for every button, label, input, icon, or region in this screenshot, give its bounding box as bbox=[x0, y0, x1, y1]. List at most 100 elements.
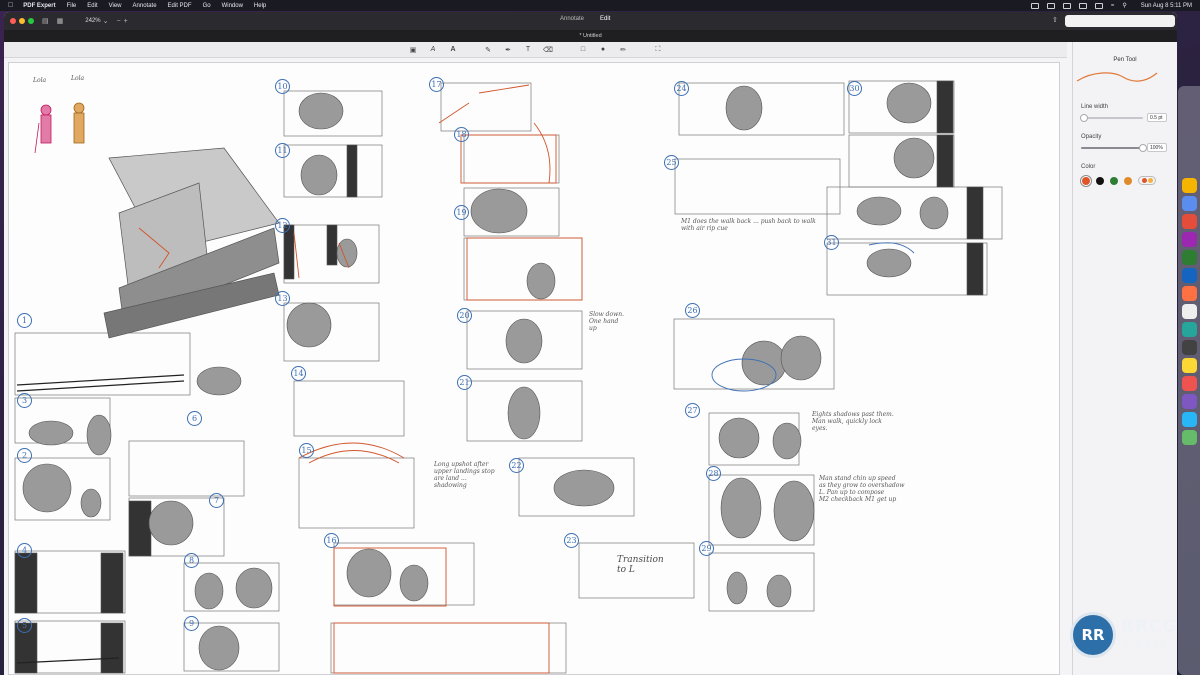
status-icon-4[interactable] bbox=[1079, 2, 1088, 9]
opacity-slider[interactable] bbox=[1081, 143, 1147, 152]
dock-app-icon[interactable] bbox=[1182, 322, 1197, 337]
dock-app-icon[interactable] bbox=[1182, 430, 1197, 445]
menu-go[interactable]: Go bbox=[203, 3, 211, 9]
minimize-window-button[interactable] bbox=[19, 18, 25, 24]
pen-icon[interactable]: ✎ bbox=[483, 44, 494, 55]
status-icon-3[interactable] bbox=[1063, 2, 1072, 9]
menu-annotate[interactable]: Annotate bbox=[133, 3, 157, 9]
menu-edit[interactable]: Edit bbox=[87, 3, 97, 9]
handwritten-note: M1 does the walk back ... push back to w… bbox=[681, 218, 816, 232]
status-icon-1[interactable] bbox=[1031, 2, 1040, 9]
handwritten-note: Man stand chin up speed as they grow to … bbox=[819, 475, 905, 503]
line-width-value[interactable]: 0.5 pt bbox=[1147, 113, 1167, 122]
panel-number: 8 bbox=[184, 553, 199, 568]
stamp-user-icon[interactable]: ● bbox=[598, 44, 609, 55]
menu-clock[interactable]: Sun Aug 8 5:11 PM bbox=[1141, 3, 1192, 9]
panel-number: 15 bbox=[299, 443, 314, 458]
marker-icon[interactable]: ✏ bbox=[618, 44, 629, 55]
watermark-logo: RR RRCG 人人素材 bbox=[1070, 612, 1178, 658]
dock-app-icon[interactable] bbox=[1182, 376, 1197, 391]
color-swatches bbox=[1082, 176, 1177, 185]
line-width-label: Line width bbox=[1081, 104, 1109, 110]
stamp-icon[interactable]: ▣ bbox=[408, 44, 419, 55]
dock-app-icon[interactable] bbox=[1182, 286, 1197, 301]
share-icon[interactable]: ⇧ bbox=[1052, 16, 1058, 24]
panel-number: 20 bbox=[457, 308, 472, 323]
dock-app-icon[interactable] bbox=[1182, 268, 1197, 283]
document-canvas[interactable]: 1 2 3 4 5 6 7 8 9 10 11 12 13 14 15 16 1… bbox=[8, 62, 1060, 675]
dock-app-icon[interactable] bbox=[1182, 250, 1197, 265]
dock-app-icon[interactable] bbox=[1182, 196, 1197, 211]
window-titlebar: ▤ ▦ 242% ⌄ − + Annotate Edit ⇧ bbox=[4, 12, 1177, 30]
dock-app-icon[interactable] bbox=[1182, 340, 1197, 355]
pdf-expert-window: ▤ ▦ 242% ⌄ − + Annotate Edit ⇧ * Untitle… bbox=[4, 12, 1177, 675]
panel-number: 14 bbox=[291, 366, 306, 381]
watermark-badge: RR bbox=[1070, 612, 1116, 658]
handwritten-note: Long upshot after upper landings stop ar… bbox=[434, 461, 495, 489]
panel-number: 17 bbox=[429, 77, 444, 92]
text-icon[interactable]: A bbox=[428, 44, 439, 55]
pen-tool-inspector: Pen Tool Line width 0.5 pt Opacity 100% … bbox=[1072, 42, 1177, 675]
storyboard-sketches bbox=[14, 80, 1003, 674]
close-window-button[interactable] bbox=[10, 18, 16, 24]
zoom-level[interactable]: 242% bbox=[85, 18, 100, 24]
menu-view[interactable]: View bbox=[109, 3, 122, 9]
highlighter-icon[interactable]: ✒ bbox=[503, 44, 514, 55]
opacity-label: Opacity bbox=[1081, 134, 1102, 140]
color-swatch[interactable] bbox=[1124, 176, 1132, 185]
comment-icon[interactable]: □ bbox=[578, 44, 589, 55]
opacity-value[interactable]: 100% bbox=[1147, 143, 1167, 152]
mode-switcher: Annotate Edit bbox=[560, 16, 610, 22]
panel-number: 11 bbox=[275, 143, 290, 158]
panel-number: 29 bbox=[699, 541, 714, 556]
menu-help[interactable]: Help bbox=[254, 3, 266, 9]
line-width-slider[interactable] bbox=[1080, 113, 1143, 122]
apple-logo-icon[interactable]:  bbox=[8, 2, 13, 9]
spotlight-icon[interactable]: ⚲ bbox=[1122, 2, 1126, 9]
panel-number: 5 bbox=[17, 618, 32, 633]
zoom-window-button[interactable] bbox=[28, 18, 34, 24]
panel-number: 12 bbox=[275, 218, 290, 233]
text-box-icon[interactable]: T bbox=[523, 44, 534, 55]
dock-app-icon[interactable] bbox=[1182, 232, 1197, 247]
panel-number: 16 bbox=[324, 533, 339, 548]
sidebar-toggle-icon[interactable]: ▤ bbox=[42, 17, 49, 25]
menu-edit-pdf[interactable]: Edit PDF bbox=[168, 3, 192, 9]
dock bbox=[1178, 86, 1200, 675]
grid-view-icon[interactable]: ▦ bbox=[57, 17, 64, 25]
wifi-icon[interactable]: ≈ bbox=[1111, 3, 1114, 9]
menu-bar:  PDF Expert File Edit View Annotate Edi… bbox=[0, 0, 1200, 11]
battery-icon[interactable] bbox=[1095, 2, 1104, 9]
dock-app-icon[interactable] bbox=[1182, 412, 1197, 427]
menu-app-name[interactable]: PDF Expert bbox=[23, 3, 55, 9]
dock-app-icon[interactable] bbox=[1182, 214, 1197, 229]
panel-number: 27 bbox=[685, 403, 700, 418]
panel-number: 9 bbox=[184, 616, 199, 631]
zoom-menu-chevron-icon[interactable]: ⌄ bbox=[103, 17, 109, 25]
panel-number: 7 bbox=[209, 493, 224, 508]
document-tab[interactable]: * Untitled bbox=[4, 30, 1177, 42]
menu-file[interactable]: File bbox=[67, 3, 77, 9]
dock-app-icon[interactable] bbox=[1182, 358, 1197, 373]
dock-app-icon[interactable] bbox=[1182, 394, 1197, 409]
fullscreen-icon[interactable]: ⛶ bbox=[653, 44, 664, 55]
custom-color-button[interactable] bbox=[1138, 176, 1156, 185]
search-input[interactable] bbox=[1065, 15, 1175, 27]
panel-number: 23 bbox=[564, 533, 579, 548]
dock-app-icon[interactable] bbox=[1182, 178, 1197, 193]
color-swatch[interactable] bbox=[1096, 176, 1104, 185]
tab-annotate[interactable]: Annotate bbox=[560, 16, 584, 22]
dock-app-icon[interactable] bbox=[1182, 304, 1197, 319]
desktop:  PDF Expert File Edit View Annotate Edi… bbox=[0, 0, 1200, 675]
color-swatch[interactable] bbox=[1082, 176, 1090, 185]
status-icon-2[interactable] bbox=[1047, 2, 1056, 9]
tab-edit[interactable]: Edit bbox=[600, 16, 610, 22]
zoom-in-icon[interactable]: + bbox=[124, 18, 128, 25]
panel-number: 24 bbox=[674, 81, 689, 96]
eraser-icon[interactable]: ⌫ bbox=[543, 44, 554, 55]
panel-number: 25 bbox=[664, 155, 679, 170]
font-icon[interactable]: A bbox=[448, 44, 459, 55]
color-swatch[interactable] bbox=[1110, 176, 1118, 185]
zoom-out-icon[interactable]: − bbox=[116, 18, 120, 25]
menu-window[interactable]: Window bbox=[222, 3, 243, 9]
